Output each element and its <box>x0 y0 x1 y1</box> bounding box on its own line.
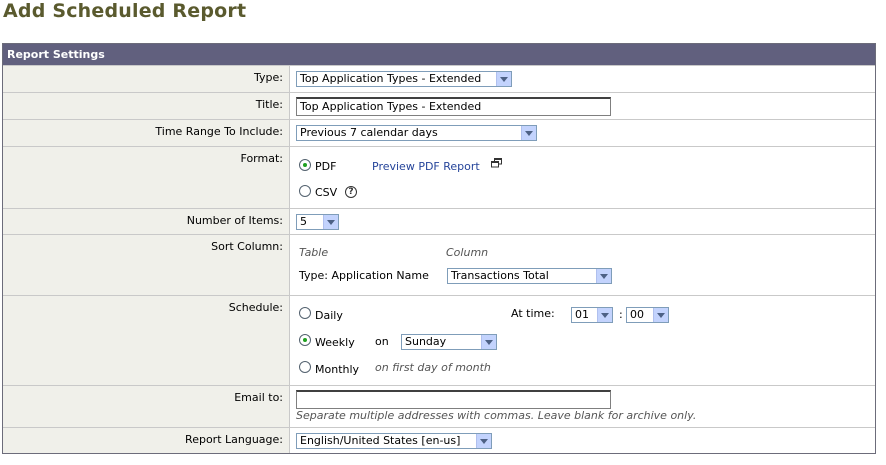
schedule-monthly-label: Monthly <box>315 363 360 376</box>
type-label: Type: <box>254 71 283 84</box>
hour-select[interactable]: 01 <box>571 307 613 323</box>
popup-window-icon[interactable] <box>491 158 502 168</box>
day-value: Sunday <box>405 335 447 348</box>
schedule-row: Schedule: Daily At time: 01 : 00 Weekly … <box>3 295 875 385</box>
report-settings-panel: Report Settings Type: Top Application Ty… <box>2 43 876 454</box>
schedule-monthly-radio[interactable] <box>299 361 311 373</box>
preview-pdf-link[interactable]: Preview PDF Report <box>372 160 480 173</box>
sort-column-row: Sort Column: Table Column Type: Applicat… <box>3 234 875 295</box>
email-label: Email to: <box>234 391 283 404</box>
chevron-down-icon <box>653 308 668 322</box>
number-of-items-select[interactable]: 5 <box>296 214 339 230</box>
hour-value: 01 <box>575 308 589 321</box>
chevron-down-icon <box>597 308 612 322</box>
chevron-down-icon <box>496 72 511 86</box>
time-separator: : <box>619 308 623 321</box>
email-input[interactable] <box>296 390 611 409</box>
at-time-label: At time: <box>511 307 555 320</box>
sort-column-header: Column <box>446 246 489 259</box>
page-title: Add Scheduled Report <box>3 0 247 22</box>
report-language-label: Report Language: <box>185 433 283 446</box>
number-of-items-row: Number of Items: 5 <box>3 208 875 234</box>
format-pdf-label: PDF <box>315 160 337 173</box>
format-row: Format: PDF Preview PDF Report CSV ? <box>3 146 875 208</box>
type-select-value: Top Application Types - Extended <box>300 72 482 85</box>
on-label: on <box>375 335 389 348</box>
title-label: Title: <box>255 98 283 111</box>
time-range-row: Time Range To Include: Previous 7 calend… <box>3 119 875 146</box>
report-language-row: Report Language: English/United States [… <box>3 427 875 453</box>
type-select[interactable]: Top Application Types - Extended <box>296 71 512 87</box>
title-row: Title: Top Application Types - Extended <box>3 92 875 119</box>
time-range-select[interactable]: Previous 7 calendar days <box>296 125 537 141</box>
sort-column-select[interactable]: Transactions Total <box>447 268 612 284</box>
monthly-note: on first day of month <box>375 361 491 374</box>
chevron-down-icon <box>596 269 611 283</box>
sort-column-label: Sort Column: <box>211 240 283 253</box>
format-label: Format: <box>240 152 283 165</box>
day-select[interactable]: Sunday <box>401 334 497 350</box>
help-icon[interactable]: ? <box>345 186 357 198</box>
number-of-items-value: 5 <box>300 215 307 228</box>
time-range-select-value: Previous 7 calendar days <box>300 126 438 139</box>
format-csv-label: CSV <box>315 186 338 199</box>
sort-column-value: Transactions Total <box>451 269 549 282</box>
schedule-daily-label: Daily <box>315 309 343 322</box>
schedule-daily-radio[interactable] <box>299 307 311 319</box>
minute-value: 00 <box>630 308 644 321</box>
panel-header: Report Settings <box>3 44 875 65</box>
chevron-down-icon <box>476 434 491 448</box>
type-row: Type: Top Application Types - Extended <box>3 65 875 92</box>
number-of-items-label: Number of Items: <box>186 214 283 227</box>
schedule-label: Schedule: <box>228 301 283 314</box>
chevron-down-icon <box>481 335 496 349</box>
minute-select[interactable]: 00 <box>626 307 669 323</box>
email-hint: Separate multiple addresses with commas.… <box>296 409 697 422</box>
chevron-down-icon <box>323 215 338 229</box>
email-row: Email to: Separate multiple addresses wi… <box>3 385 875 427</box>
schedule-weekly-label: Weekly <box>315 336 355 349</box>
title-input[interactable]: Top Application Types - Extended <box>296 97 611 116</box>
format-csv-radio[interactable] <box>299 185 311 197</box>
report-language-value: English/United States [en-us] <box>300 434 461 447</box>
sort-table-header: Table <box>299 246 329 259</box>
sort-type-label: Type: Application Name <box>299 269 429 282</box>
format-pdf-radio[interactable] <box>299 159 311 171</box>
chevron-down-icon <box>521 126 536 140</box>
time-range-label: Time Range To Include: <box>155 125 283 138</box>
report-language-select[interactable]: English/United States [en-us] <box>296 433 492 449</box>
schedule-weekly-radio[interactable] <box>299 334 311 346</box>
